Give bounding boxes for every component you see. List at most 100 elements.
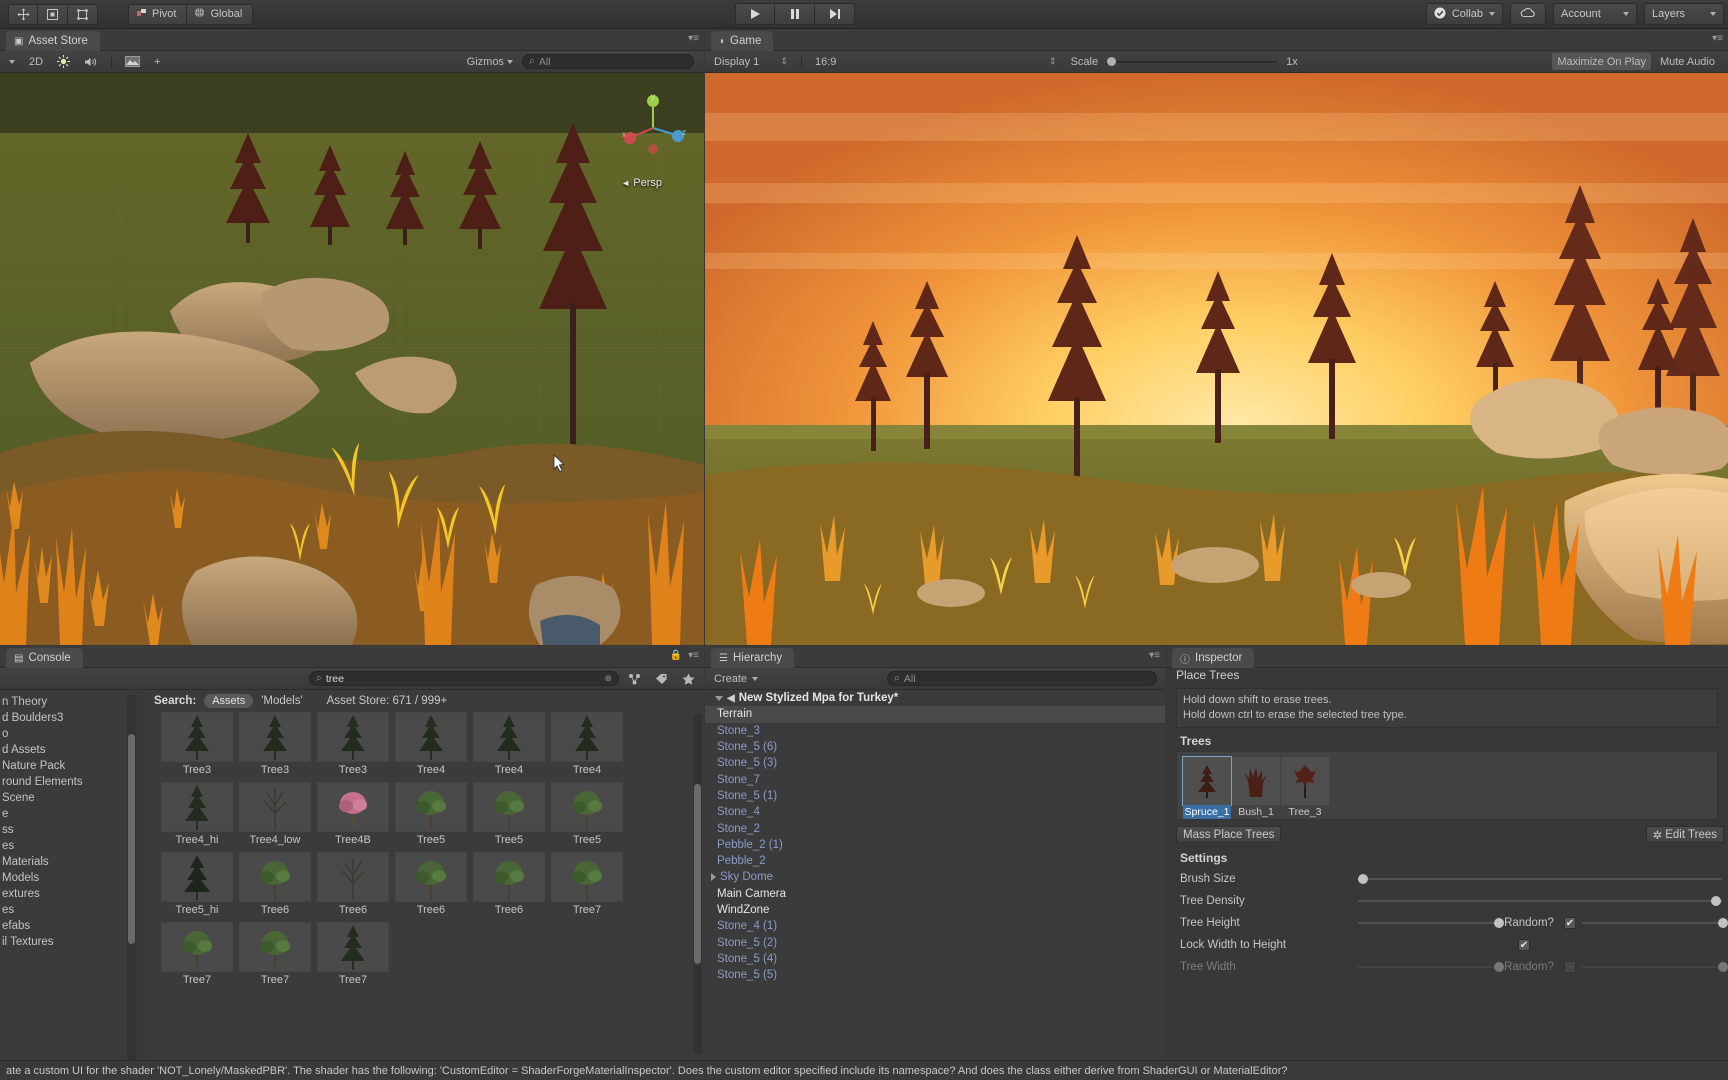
asset-thumbnail[interactable] — [395, 712, 467, 762]
asset-grid-item[interactable]: Tree5_hi — [160, 852, 234, 916]
project-folder-item[interactable]: e — [0, 806, 138, 822]
asset-grid-item[interactable]: Tree7 — [316, 922, 390, 986]
maximize-on-play-toggle[interactable]: Maximize On Play — [1552, 53, 1651, 70]
project-tree-scrollbar[interactable] — [127, 694, 136, 1074]
asset-grid-item[interactable]: Tree6 — [472, 852, 546, 916]
toggle-2d-button[interactable]: 2D — [24, 53, 48, 70]
hierarchy-tree[interactable]: ◀ New Stylized Mpa for Turkey* Terrain Ston… — [705, 690, 1165, 1080]
filter-type-icon[interactable] — [623, 670, 646, 687]
panel-menu-icon[interactable]: ▾≡ — [688, 33, 699, 44]
tree-type-thumbnail[interactable] — [1182, 756, 1232, 806]
random-checkbox[interactable] — [1563, 961, 1576, 973]
asset-thumbnail[interactable] — [239, 922, 311, 972]
asset-thumbnail[interactable] — [161, 852, 233, 902]
tree-type-thumbnail[interactable] — [1232, 757, 1280, 805]
tree-type-option[interactable]: Spruce_1 — [1182, 756, 1232, 819]
project-folder-item[interactable]: Models — [0, 870, 138, 886]
collab-button[interactable]: Collab — [1425, 3, 1503, 25]
scene-fx-plus-icon[interactable]: + — [149, 53, 165, 70]
setting-slider-knob[interactable] — [1493, 962, 1504, 972]
project-folder-item[interactable]: o — [0, 726, 138, 742]
setting-slider-knob-2[interactable] — [1717, 918, 1728, 928]
asset-grid-item[interactable]: Tree6 — [316, 852, 390, 916]
asset-thumbnail[interactable] — [395, 782, 467, 832]
asset-thumbnail[interactable] — [473, 712, 545, 762]
setting-checkbox[interactable]: ✔ — [1518, 939, 1530, 951]
asset-thumbnail[interactable] — [317, 712, 389, 762]
asset-grid-item[interactable]: Tree5 — [472, 782, 546, 846]
tab-console[interactable]: ▤ Console — [6, 648, 83, 668]
asset-thumbnail[interactable] — [551, 712, 623, 762]
asset-grid-item[interactable]: Tree5 — [394, 782, 468, 846]
project-folder-item[interactable]: efabs — [0, 918, 138, 934]
setting-slider-track[interactable] — [1358, 918, 1504, 928]
asset-thumbnail[interactable] — [239, 782, 311, 832]
project-folder-tree[interactable]: n Theory d Boulders3 o d Assets Nature Pack r… — [0, 690, 138, 1080]
scrollbar-thumb[interactable] — [694, 784, 701, 964]
scrollbar-thumb[interactable] — [128, 734, 135, 944]
setting-slider-track[interactable] — [1358, 896, 1722, 906]
hierarchy-search-input[interactable]: ⌕ All — [887, 671, 1157, 686]
asset-thumbnail[interactable] — [161, 712, 233, 762]
project-folder-item[interactable]: d Assets — [0, 742, 138, 758]
asset-thumbnail[interactable] — [317, 782, 389, 832]
hierarchy-item[interactable]: Stone_3 — [705, 723, 1165, 739]
lock-icon[interactable]: 🔒 — [670, 650, 682, 661]
hierarchy-item[interactable]: Stone_5 (4) — [705, 951, 1165, 967]
asset-grid-item[interactable]: Tree4_hi — [160, 782, 234, 846]
asset-grid-item[interactable]: Tree6 — [394, 852, 468, 916]
display-dropdown[interactable]: Display 1 ⇕ — [709, 53, 793, 70]
tab-hierarchy[interactable]: ☰ Hierarchy — [711, 648, 795, 668]
move-tool-button[interactable] — [8, 3, 38, 25]
favorite-star-icon[interactable] — [677, 670, 700, 687]
filter-models-label[interactable]: 'Models' — [261, 695, 302, 707]
asset-store-count[interactable]: Asset Store: 671 / 999+ — [327, 695, 448, 707]
hierarchy-item[interactable]: Stone_5 (3) — [705, 755, 1165, 771]
asset-thumbnail[interactable] — [551, 782, 623, 832]
status-bar[interactable]: ate a custom UI for the shader 'NOT_Lone… — [0, 1060, 1728, 1080]
clear-search-icon[interactable]: ⊗ — [604, 673, 612, 684]
asset-thumbnail[interactable] — [317, 922, 389, 972]
aspect-dropdown[interactable]: 16:9 ⇕ — [810, 53, 1062, 70]
asset-grid-item[interactable]: Tree4 — [394, 712, 468, 776]
hierarchy-item[interactable]: WindZone — [705, 902, 1165, 918]
hierarchy-item[interactable]: Stone_2 — [705, 820, 1165, 836]
asset-grid-item[interactable]: Tree3 — [160, 712, 234, 776]
pause-button[interactable] — [775, 3, 815, 25]
asset-thumbnail[interactable] — [239, 852, 311, 902]
cloud-button[interactable] — [1510, 3, 1546, 25]
scene-viewport[interactable]: y z x ◄ Persp — [0, 73, 704, 645]
project-folder-item[interactable]: round Elements — [0, 774, 138, 790]
mass-place-trees-button[interactable]: Mass Place Trees — [1176, 826, 1282, 843]
chevron-right-icon[interactable] — [711, 873, 716, 882]
setting-control[interactable]: Random? ✔ — [1358, 917, 1728, 929]
project-folder-item[interactable]: n Theory — [0, 694, 138, 710]
pivot-toggle-button[interactable]: Pivot — [128, 3, 188, 25]
console-tab-menu[interactable]: 🔒 ▾≡ — [670, 650, 699, 661]
asset-thumbnail[interactable] — [473, 782, 545, 832]
hierarchy-item[interactable]: Stone_5 (1) — [705, 788, 1165, 804]
scene-search-input[interactable]: ⌕ All — [522, 54, 694, 69]
scene-audio-icon[interactable] — [79, 53, 103, 70]
asset-grid[interactable]: Tree3 Tree3 Tree3 Tree4 Tree4 Tree4 Tree4_hi Tr… — [146, 712, 691, 1058]
gizmos-dropdown[interactable]: Gizmos — [462, 53, 518, 70]
asset-thumbnail[interactable] — [161, 922, 233, 972]
chevron-down-icon[interactable] — [715, 695, 723, 701]
asset-thumbnail[interactable] — [473, 852, 545, 902]
hierarchy-item[interactable]: Main Camera — [705, 886, 1165, 902]
project-search-input[interactable]: ⌕ tree ⊗ — [309, 671, 619, 686]
game-viewport[interactable] — [705, 73, 1728, 645]
setting-slider-knob[interactable] — [1493, 918, 1504, 928]
scale-slider-track[interactable] — [1107, 56, 1278, 66]
hierarchy-scene-root[interactable]: ◀ New Stylized Mpa for Turkey* — [705, 690, 1165, 706]
scene-orientation-gizmo[interactable]: y z x — [618, 93, 688, 163]
project-folder-item[interactable]: Scene — [0, 790, 138, 806]
asset-grid-scrollbar[interactable] — [693, 714, 702, 1054]
project-folder-item[interactable]: es — [0, 902, 138, 918]
asset-grid-item[interactable]: Tree7 — [238, 922, 312, 986]
project-folder-item[interactable]: Materials — [0, 854, 138, 870]
setting-control[interactable] — [1358, 874, 1722, 884]
rect-tool-button[interactable] — [68, 3, 98, 25]
asset-grid-item[interactable]: Tree7 — [160, 922, 234, 986]
asset-grid-item[interactable]: Tree5 — [550, 782, 624, 846]
